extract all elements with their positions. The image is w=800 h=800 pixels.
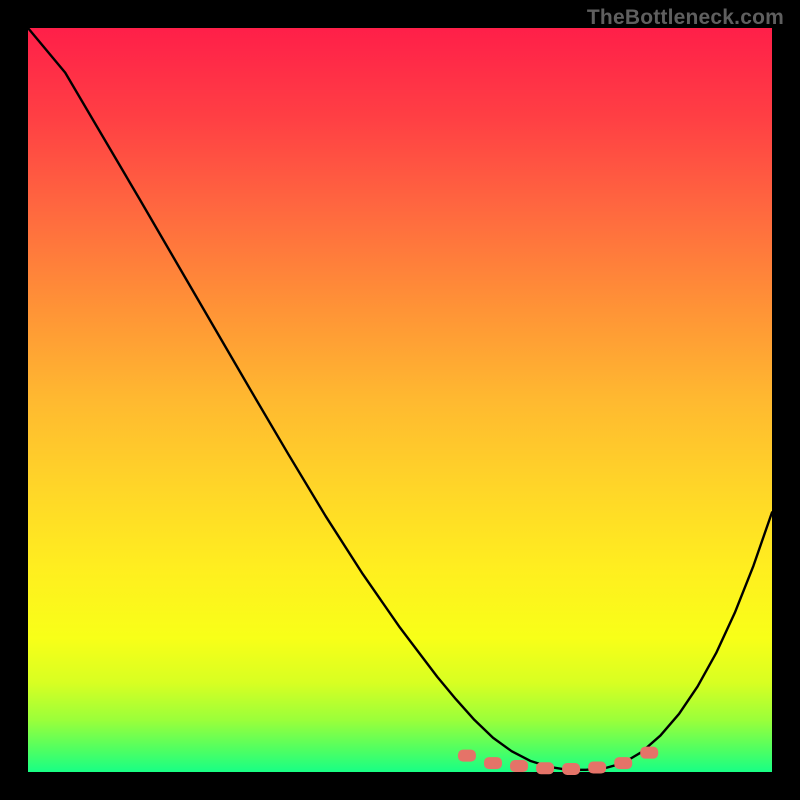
watermark-label: TheBottleneck.com bbox=[587, 6, 784, 30]
curve-marker bbox=[614, 757, 632, 769]
curve-marker bbox=[458, 750, 476, 762]
curve-marker bbox=[640, 747, 658, 759]
bottleneck-curve-line bbox=[28, 28, 772, 770]
curve-marker bbox=[588, 762, 606, 774]
curve-marker bbox=[562, 763, 580, 775]
curve-marker bbox=[484, 757, 502, 769]
curve-markers-group bbox=[458, 747, 658, 775]
curve-marker bbox=[510, 760, 528, 772]
chart-svg bbox=[28, 28, 772, 772]
curve-marker bbox=[536, 762, 554, 774]
chart-plot-area bbox=[28, 28, 772, 772]
